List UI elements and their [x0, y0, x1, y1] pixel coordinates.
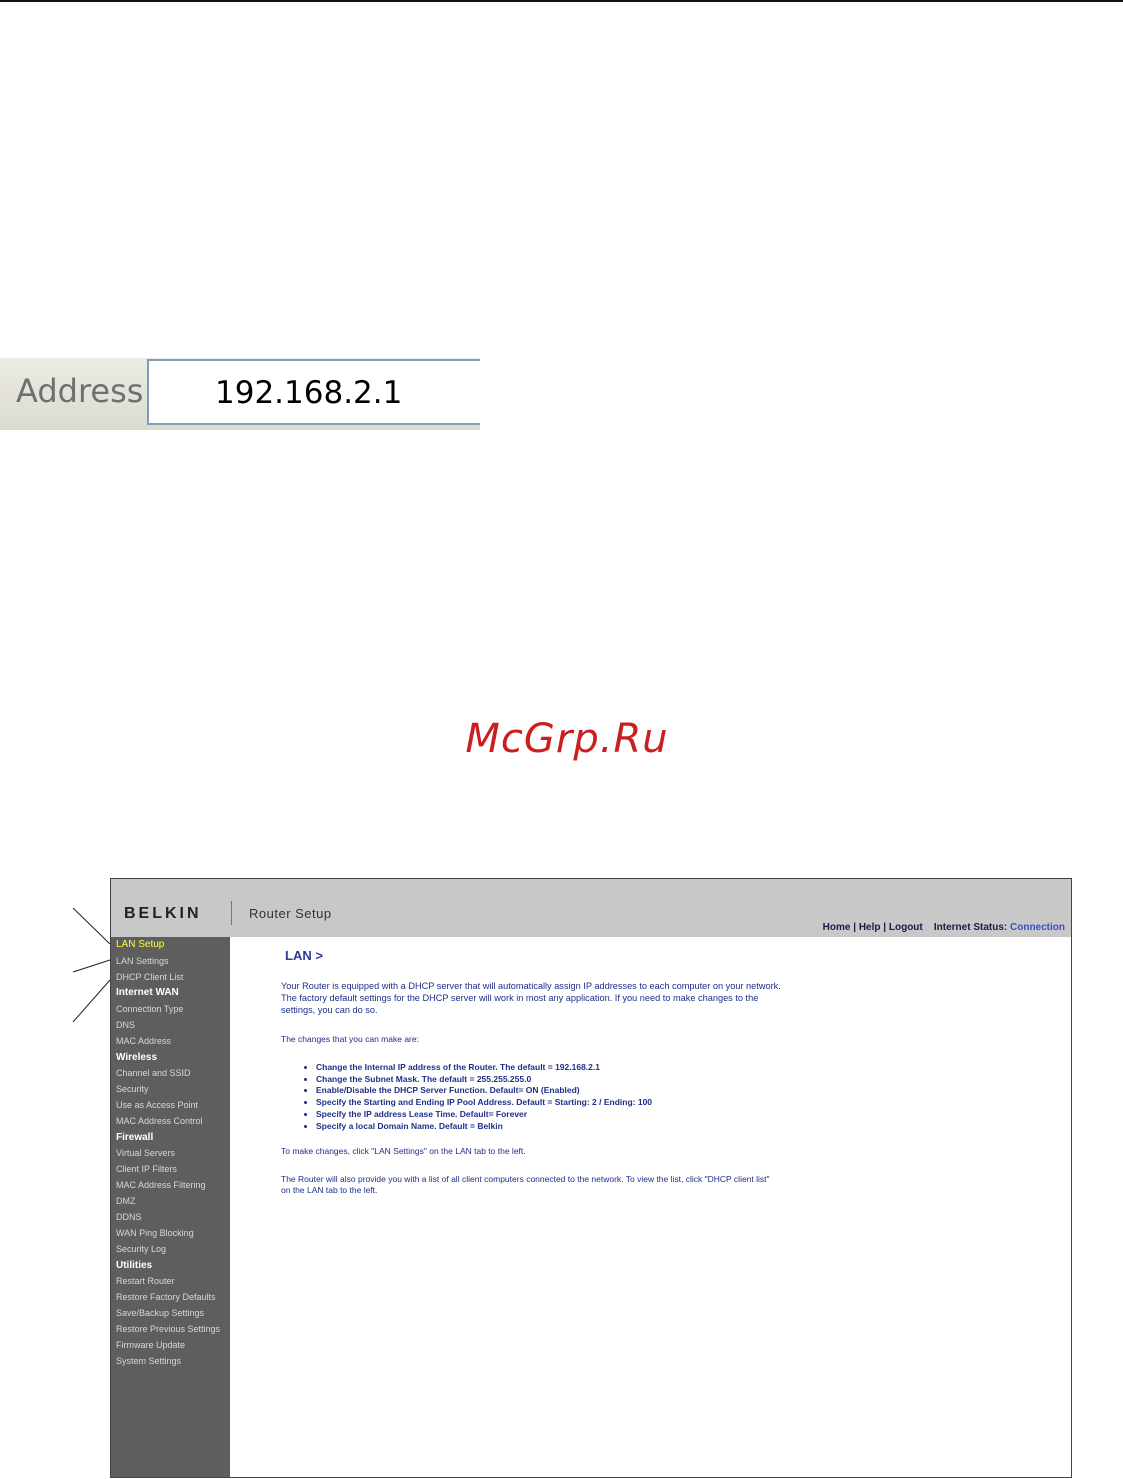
sidebar-item-channel-ssid[interactable]: Channel and SSID — [116, 1068, 191, 1078]
router-main-content: LAN > Your Router is equipped with a DHC… — [230, 937, 1071, 1477]
list-item: Enable/Disable the DHCP Server Function.… — [316, 1085, 652, 1097]
sidebar-item-mac-address-filtering[interactable]: MAC Address Filtering — [116, 1180, 206, 1190]
intro-text: Your Router is equipped with a DHCP serv… — [281, 981, 781, 1015]
client-list-note: The Router will also provide you with a … — [281, 1174, 770, 1195]
header-divider — [231, 901, 232, 925]
address-value: 192.168.2.1 — [215, 375, 403, 411]
list-item: Specify a local Domain Name. Default = B… — [316, 1121, 652, 1133]
router-header: BELKIN Router Setup Home | Help | Logout… — [111, 879, 1071, 937]
sidebar-item-restore-previous-settings[interactable]: Restore Previous Settings — [116, 1324, 220, 1334]
logout-link[interactable]: Logout — [889, 922, 923, 933]
internet-status-label: Internet Status: — [933, 922, 1008, 933]
sidebar-item-firmware-update[interactable]: Firmware Update — [116, 1340, 185, 1350]
sidebar-item-restore-factory-defaults[interactable]: Restore Factory Defaults — [116, 1292, 216, 1302]
changes-list: Change the Internal IP address of the Ro… — [300, 1062, 652, 1132]
sidebar-item-wan-ping-blocking[interactable]: WAN Ping Blocking — [116, 1228, 194, 1238]
sidebar-item-security[interactable]: Security — [116, 1084, 149, 1094]
router-sidebar: LAN Setup LAN Settings DHCP Client List … — [111, 937, 230, 1477]
sidebar-item-save-backup-settings[interactable]: Save/Backup Settings — [116, 1308, 204, 1318]
internet-status-value[interactable]: Connection — [1010, 922, 1065, 933]
sidebar-item-mac-address[interactable]: MAC Address — [116, 1036, 171, 1046]
sidebar-item-dns[interactable]: DNS — [116, 1020, 135, 1030]
address-bar: Address 192.168.2.1 — [0, 358, 480, 430]
sidebar-item-client-ip-filters[interactable]: Client IP Filters — [116, 1164, 177, 1174]
page-title: LAN > — [285, 948, 323, 963]
list-item: Specify the IP address Lease Time. Defau… — [316, 1109, 652, 1121]
sidebar-item-lan-settings[interactable]: LAN Settings — [116, 956, 169, 966]
home-link[interactable]: Home — [823, 922, 851, 933]
link-separator: | — [853, 922, 857, 933]
sidebar-item-security-log[interactable]: Security Log — [116, 1244, 166, 1254]
sidebar-item-mac-address-control[interactable]: MAC Address Control — [116, 1116, 203, 1126]
sidebar-item-system-settings[interactable]: System Settings — [116, 1356, 181, 1366]
router-title: Router Setup — [249, 906, 332, 921]
sidebar-item-connection-type[interactable]: Connection Type — [116, 1004, 183, 1014]
belkin-logo: BELKIN — [124, 905, 202, 922]
help-link[interactable]: Help — [859, 922, 881, 933]
sidebar-heading-utilities[interactable]: Utilities — [116, 1260, 152, 1271]
sidebar-item-restart-router[interactable]: Restart Router — [116, 1276, 175, 1286]
changes-label: The changes that you can make are: — [281, 1034, 419, 1044]
sidebar-item-dhcp-client-list[interactable]: DHCP Client List — [116, 972, 183, 982]
list-item: Change the Subnet Mask. The default = 25… — [316, 1074, 652, 1086]
list-item: Specify the Starting and Ending IP Pool … — [316, 1097, 652, 1109]
sidebar-item-virtual-servers[interactable]: Virtual Servers — [116, 1148, 175, 1158]
sidebar-item-dmz[interactable]: DMZ — [116, 1196, 136, 1206]
sidebar-heading-lan-setup[interactable]: LAN Setup — [116, 939, 164, 950]
watermark: McGrp.Ru — [465, 716, 669, 762]
sidebar-item-ddns[interactable]: DDNS — [116, 1212, 142, 1222]
sidebar-heading-internet-wan[interactable]: Internet WAN — [116, 987, 179, 998]
make-changes-note: To make changes, click "LAN Settings" on… — [281, 1146, 526, 1156]
top-rule — [0, 0, 1123, 2]
sidebar-heading-wireless[interactable]: Wireless — [116, 1052, 157, 1063]
sidebar-heading-firewall[interactable]: Firewall — [116, 1132, 153, 1143]
address-label: Address — [16, 372, 144, 410]
router-setup-window: BELKIN Router Setup Home | Help | Logout… — [110, 878, 1072, 1478]
sidebar-item-access-point[interactable]: Use as Access Point — [116, 1100, 198, 1110]
link-separator: | — [883, 922, 887, 933]
address-input[interactable]: 192.168.2.1 — [147, 359, 480, 425]
list-item: Change the Internal IP address of the Ro… — [316, 1062, 652, 1074]
top-links: Home | Help | Logout Internet Status: Co… — [823, 922, 1065, 933]
